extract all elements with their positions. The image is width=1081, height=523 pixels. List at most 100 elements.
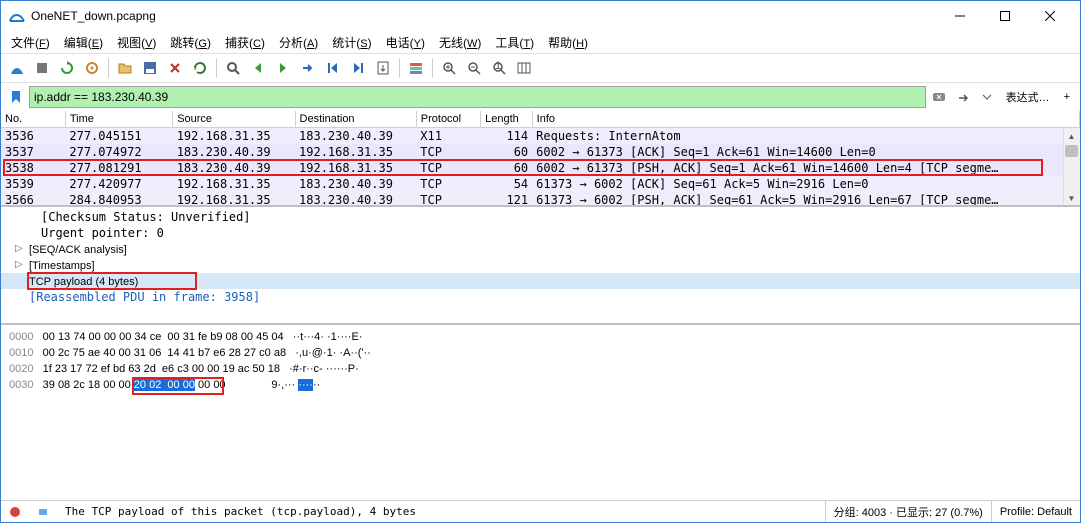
packet-list-scrollbar[interactable]: ▲ ▼ xyxy=(1063,129,1080,205)
capture-options-icon[interactable] xyxy=(80,56,104,80)
hex-row[interactable]: 0000 00 13 74 00 00 00 34 ce 00 31 fe b9… xyxy=(9,329,1072,345)
window-titlebar: OneNET_down.pcapng xyxy=(1,1,1080,31)
menu-e[interactable]: 编辑(E) xyxy=(58,32,109,53)
wireshark-icon xyxy=(9,8,25,24)
column-header-length[interactable]: Length xyxy=(481,111,533,128)
status-expert-icon[interactable] xyxy=(29,501,57,522)
expression-button[interactable]: 表达式… xyxy=(1000,89,1056,105)
zoom-100-icon[interactable]: 1 xyxy=(487,56,511,80)
colorize-icon[interactable] xyxy=(404,56,428,80)
fin-icon[interactable] xyxy=(5,56,29,80)
status-bar: The TCP payload of this packet (tcp.payl… xyxy=(1,500,1080,522)
main-menubar: 文件(F)编辑(E)视图(V)跳转(G)捕获(C)分析(A)统计(S)电话(Y)… xyxy=(1,31,1080,53)
chevron-right-icon[interactable]: ▷ xyxy=(15,243,23,254)
hex-row[interactable]: 0030 39 08 2c 18 00 00 20 02 00 00 00 00… xyxy=(9,377,1072,393)
zoom-out-icon[interactable] xyxy=(462,56,486,80)
cell-len: 54 xyxy=(481,176,533,192)
column-header-source[interactable]: Source xyxy=(173,111,295,128)
window-close[interactable] xyxy=(1027,2,1072,30)
apply-filter-icon[interactable] xyxy=(952,86,974,108)
status-error-icon[interactable] xyxy=(1,501,29,522)
menu-c[interactable]: 捕获(C) xyxy=(219,32,271,53)
cell-dst: 183.230.40.39 xyxy=(295,128,416,145)
cell-len: 60 xyxy=(481,144,533,160)
menu-s[interactable]: 统计(S) xyxy=(326,32,377,53)
cell-proto: TCP xyxy=(416,176,480,192)
tree-tcp-payload[interactable]: TCP payload (4 bytes) xyxy=(1,273,1080,289)
toolbar-separator xyxy=(399,58,400,78)
column-header-info[interactable]: Info xyxy=(532,111,1079,128)
menu-h[interactable]: 帮助(H) xyxy=(542,32,594,53)
toolbar-separator xyxy=(432,58,433,78)
packet-list-pane: No.TimeSourceDestinationProtocolLengthIn… xyxy=(1,111,1080,207)
menu-f[interactable]: 文件(F) xyxy=(5,32,56,53)
highlight-rectangle xyxy=(27,272,197,290)
cell-dst: 192.168.31.35 xyxy=(295,144,416,160)
tree-reassembled-pdu[interactable]: [Reassembled PDU in frame: 3958] xyxy=(1,289,1080,305)
toolbar-separator xyxy=(216,58,217,78)
hex-ascii-selection: ···· xyxy=(298,379,313,391)
cell-time: 277.045151 xyxy=(65,128,172,145)
hex-row[interactable]: 0010 00 2c 75 ae 40 00 31 06 14 41 b7 e6… xyxy=(9,345,1072,361)
cell-src: 192.168.31.35 xyxy=(173,128,295,145)
display-filter-input[interactable] xyxy=(29,86,926,108)
autoscroll-icon[interactable] xyxy=(371,56,395,80)
open-file-icon[interactable] xyxy=(113,56,137,80)
goto-first-icon[interactable] xyxy=(321,56,345,80)
cell-info: 61373 → 6002 [PSH, ACK] Seq=61 Ack=5 Win… xyxy=(532,192,1079,207)
column-header-destination[interactable]: Destination xyxy=(295,111,416,128)
status-profile[interactable]: Profile: Default xyxy=(992,501,1080,522)
cell-dst: 183.230.40.39 xyxy=(295,176,416,192)
cell-no: 3539 xyxy=(1,176,65,192)
window-minimize[interactable] xyxy=(937,2,982,30)
scroll-up-icon[interactable]: ▲ xyxy=(1063,129,1080,143)
packet-row[interactable]: 3536277.045151192.168.31.35183.230.40.39… xyxy=(1,128,1080,145)
menu-v[interactable]: 视图(V) xyxy=(111,32,162,53)
scroll-thumb[interactable] xyxy=(1065,145,1078,157)
find-packet-icon[interactable] xyxy=(221,56,245,80)
menu-a[interactable]: 分析(A) xyxy=(273,32,324,53)
goto-packet-icon[interactable] xyxy=(296,56,320,80)
zoom-in-icon[interactable] xyxy=(437,56,461,80)
cell-time: 277.074972 xyxy=(65,144,172,160)
column-header-protocol[interactable]: Protocol xyxy=(416,111,480,128)
cell-time: 277.420977 xyxy=(65,176,172,192)
goto-last-icon[interactable] xyxy=(346,56,370,80)
chevron-right-icon[interactable]: ▷ xyxy=(15,259,23,270)
save-file-icon[interactable] xyxy=(138,56,162,80)
hex-row[interactable]: 0020 1f 23 17 72 ef bd 63 2d e6 c3 00 00… xyxy=(9,361,1072,377)
tree-seqack[interactable]: ▷ [SEQ/ACK analysis] xyxy=(1,241,1080,257)
reload-file-icon[interactable] xyxy=(188,56,212,80)
stop-capture-icon[interactable] xyxy=(30,56,54,80)
column-header-no[interactable]: No. xyxy=(1,111,65,128)
go-forward-icon[interactable] xyxy=(271,56,295,80)
window-maximize[interactable] xyxy=(982,2,1027,30)
recent-filter-dropdown-icon[interactable] xyxy=(976,86,998,108)
status-packets: 分组: 4003 · 已显示: 27 (0.7%) xyxy=(826,501,992,522)
menu-w[interactable]: 无线(W) xyxy=(433,32,487,53)
cell-info: 61373 → 6002 [ACK] Seq=61 Ack=5 Win=2916… xyxy=(532,176,1079,192)
packet-row[interactable]: 3566284.840953192.168.31.35183.230.40.39… xyxy=(1,192,1080,207)
tree-timestamps[interactable]: ▷ [Timestamps] xyxy=(1,257,1080,273)
packet-row[interactable]: 3539277.420977192.168.31.35183.230.40.39… xyxy=(1,176,1080,192)
filter-bookmark-icon[interactable] xyxy=(5,86,27,108)
menu-t[interactable]: 工具(T) xyxy=(489,32,540,53)
restart-capture-icon[interactable] xyxy=(55,56,79,80)
svg-text:1: 1 xyxy=(495,60,501,72)
menu-y[interactable]: 电话(Y) xyxy=(380,32,431,53)
clear-filter-icon[interactable] xyxy=(928,86,950,108)
column-header-time[interactable]: Time xyxy=(65,111,172,128)
scroll-down-icon[interactable]: ▼ xyxy=(1063,191,1080,205)
packet-bytes-pane: 0000 00 13 74 00 00 00 34 ce 00 31 fe b9… xyxy=(1,325,1080,500)
tree-seqack-label: [SEQ/ACK analysis] xyxy=(29,244,127,256)
tree-checksum-status[interactable]: [Checksum Status: Unverified] xyxy=(1,209,1080,225)
menu-g[interactable]: 跳转(G) xyxy=(164,32,217,53)
packet-row[interactable]: 3537277.074972183.230.40.39192.168.31.35… xyxy=(1,144,1080,160)
tree-urgent-pointer[interactable]: Urgent pointer: 0 xyxy=(1,225,1080,241)
add-filter-button[interactable]: + xyxy=(1058,91,1076,103)
go-back-icon[interactable] xyxy=(246,56,270,80)
resize-columns-icon[interactable] xyxy=(512,56,536,80)
close-file-icon[interactable] xyxy=(163,56,187,80)
cell-proto: TCP xyxy=(416,144,480,160)
tree-timestamps-label: [Timestamps] xyxy=(29,260,95,272)
